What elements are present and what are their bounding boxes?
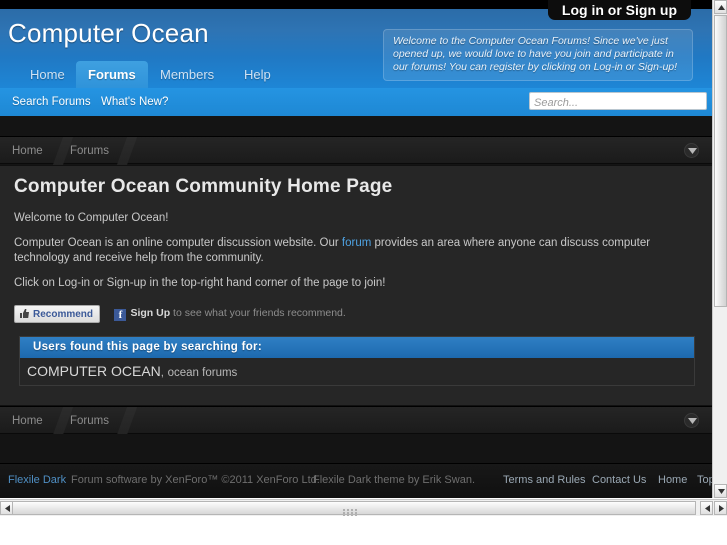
site-header: Computer Ocean Welcome to the Computer O… <box>0 9 712 88</box>
search-term-separator: , <box>160 367 164 379</box>
search-term-secondary[interactable]: ocean forums <box>168 367 238 379</box>
scroll-up-arrow-icon[interactable] <box>714 0 727 14</box>
browser-viewport: Computer Ocean Welcome to the Computer O… <box>0 0 727 545</box>
horizontal-scrollbar-thumb[interactable] <box>12 501 696 517</box>
facebook-signup-label: Sign Up <box>130 307 171 319</box>
horizontal-scrollbar[interactable] <box>0 499 727 517</box>
forum-page: Computer Ocean Welcome to the Computer O… <box>0 0 712 498</box>
below-page-area <box>0 516 727 545</box>
footer-link-home[interactable]: Home <box>658 474 687 486</box>
description-text-before: Computer Ocean is an online computer dis… <box>14 237 342 249</box>
search-input[interactable] <box>530 95 706 111</box>
search-terms-heading: Users found this page by searching for: <box>20 337 694 358</box>
subnav-link-whats-new[interactable]: What's New? <box>101 88 168 116</box>
login-signup-button[interactable]: Log in or Sign up <box>547 0 691 20</box>
footer-link-top[interactable]: Top <box>697 474 712 486</box>
thumbs-up-icon <box>19 308 30 326</box>
breadcrumb-separator <box>116 407 138 435</box>
secondary-navigation: Search Forums What's New? <box>0 88 712 116</box>
breadcrumb-separator <box>116 137 138 165</box>
breadcrumb-top-item-forums[interactable]: Forums <box>70 137 109 165</box>
join-instruction-paragraph: Click on Log-in or Sign-up in the top-ri… <box>14 277 386 289</box>
chevron-down-icon[interactable] <box>684 143 699 158</box>
vertical-scrollbar[interactable] <box>712 0 727 498</box>
search-box[interactable] <box>529 92 707 111</box>
chevron-down-icon[interactable] <box>684 413 699 428</box>
facebook-signup-prompt[interactable]: f Sign Up to see what your friends recomm… <box>114 307 346 321</box>
facebook-recommend-label: Recommend <box>33 309 94 320</box>
nav-tab-home[interactable]: Home <box>18 61 77 88</box>
content-gap-strip <box>0 434 712 463</box>
scroll-right-arrow-icon[interactable] <box>714 501 727 515</box>
forum-link[interactable]: forum <box>342 237 371 249</box>
search-terms-list: COMPUTER OCEAN, ocean forums <box>20 358 694 385</box>
page-title: Computer Ocean Community Home Page <box>14 176 393 197</box>
subnav-link-search-forums[interactable]: Search Forums <box>12 88 91 116</box>
footer-link-terms-and-rules[interactable]: Terms and Rules <box>503 474 586 486</box>
site-footer: Flexile Dark Forum software by XenForo™ … <box>0 463 712 498</box>
primary-navigation: Home Forums Members Help <box>0 61 712 88</box>
facebook-icon: f <box>114 309 127 321</box>
nav-tab-members[interactable]: Members <box>148 61 226 88</box>
breadcrumb-bottom-item-home[interactable]: Home <box>12 407 43 435</box>
search-term-primary[interactable]: COMPUTER OCEAN <box>27 363 161 379</box>
footer-link-contact-us[interactable]: Contact Us <box>592 474 646 486</box>
breadcrumb-bottom-item-forums[interactable]: Forums <box>70 407 109 435</box>
breadcrumb-top: Home Forums <box>0 136 712 165</box>
intro-paragraph: Welcome to Computer Ocean! <box>14 212 169 224</box>
description-paragraph: Computer Ocean is an online computer dis… <box>14 236 686 266</box>
social-actions-row: Recommend f Sign Up to see what your frie… <box>14 305 346 325</box>
scroll-down-arrow-icon[interactable] <box>714 484 727 498</box>
breadcrumb-top-item-home[interactable]: Home <box>12 137 43 165</box>
main-content-panel: Computer Ocean Community Home Page Welco… <box>0 165 712 406</box>
facebook-signup-suffix: to see what your friends recommend. <box>170 307 346 319</box>
search-terms-block: Users found this page by searching for: … <box>19 336 695 386</box>
nav-tab-help[interactable]: Help <box>232 61 283 88</box>
scroll-left-arrow-icon-secondary[interactable] <box>700 501 713 515</box>
footer-software-credit: Forum software by XenForo™ ©2011 XenForo… <box>71 474 320 486</box>
footer-theme-credit: Flexile Dark theme by Erik Swan. <box>313 474 475 486</box>
site-logo[interactable]: Computer Ocean <box>8 18 209 49</box>
footer-theme-selector[interactable]: Flexile Dark <box>8 474 66 486</box>
nav-tab-forums[interactable]: Forums <box>76 61 148 88</box>
vertical-scrollbar-thumb[interactable] <box>714 15 727 307</box>
facebook-recommend-button[interactable]: Recommend <box>14 305 101 326</box>
breadcrumb-bottom: Home Forums <box>0 406 712 435</box>
